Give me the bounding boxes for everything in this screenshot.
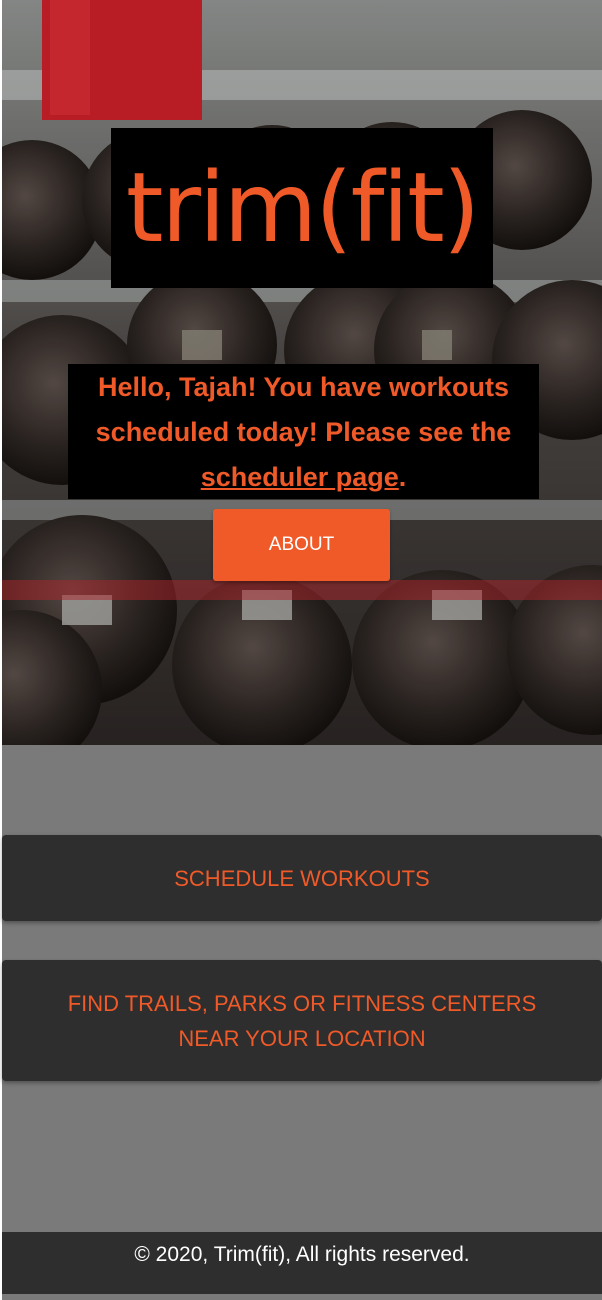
scheduler-page-link[interactable]: scheduler page: [201, 462, 399, 492]
schedule-workouts-label: SCHEDULE WORKOUTS: [174, 865, 430, 891]
about-button[interactable]: ABOUT: [213, 509, 390, 581]
find-locations-card[interactable]: FIND TRAILS, PARKS OR FITNESS CENTERS NE…: [2, 960, 602, 1081]
hero-section: trim(fit) Hello, Tajah! You have workout…: [2, 0, 602, 745]
copyright-text: © 2020, Trim(fit), All rights reserved.: [134, 1243, 470, 1266]
footer: © 2020, Trim(fit), All rights reserved.: [2, 1232, 602, 1294]
greeting-suffix: .: [398, 462, 407, 492]
find-locations-label: FIND TRAILS, PARKS OR FITNESS CENTERS NE…: [67, 990, 537, 1051]
greeting-text: Hello, Tajah! You have workouts schedule…: [95, 372, 512, 447]
site-logo: trim(fit): [125, 152, 480, 264]
schedule-workouts-card[interactable]: SCHEDULE WORKOUTS: [2, 835, 602, 921]
greeting-message: Hello, Tajah! You have workouts schedule…: [68, 364, 539, 499]
logo-box: trim(fit): [111, 128, 493, 288]
page: trim(fit) Hello, Tajah! You have workout…: [2, 0, 602, 1300]
